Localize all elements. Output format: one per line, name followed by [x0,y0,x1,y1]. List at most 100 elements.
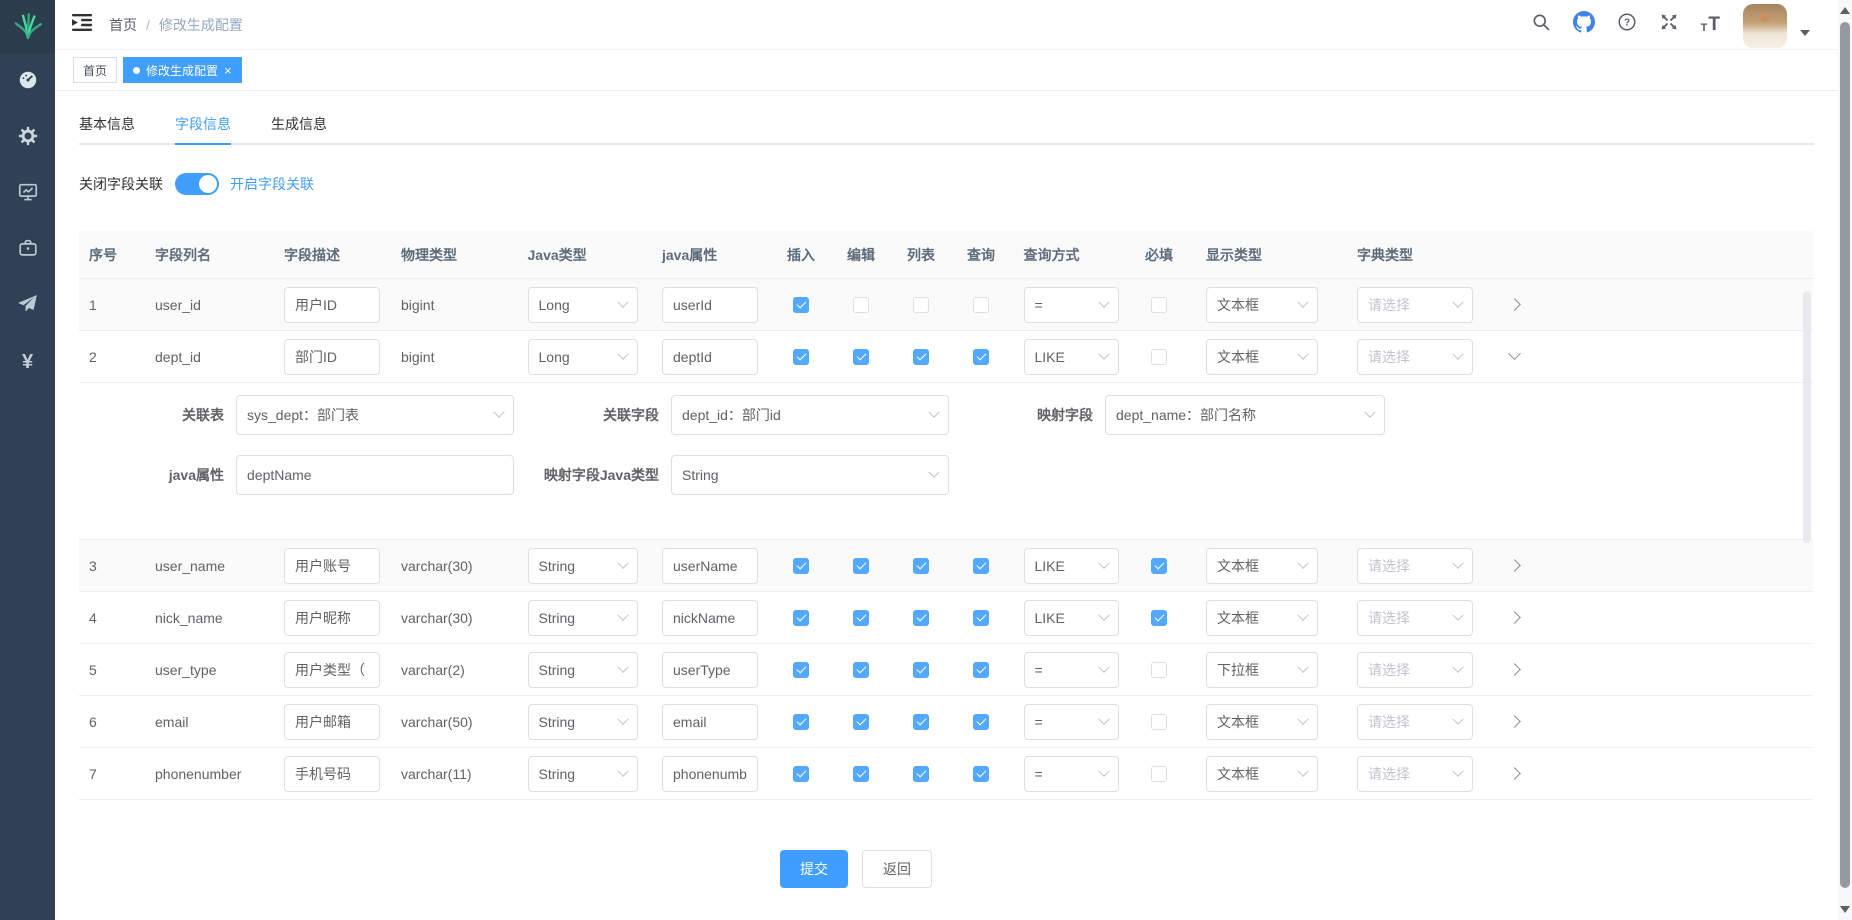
collapse-row-icon[interactable] [1508,347,1521,360]
relation-table-select[interactable]: sys_dept：部门表 [236,395,514,435]
description-input[interactable] [284,756,380,792]
expand-row-icon[interactable] [1508,715,1521,728]
scrollbar-thumb[interactable] [1840,22,1850,888]
sidebar-item-guide[interactable] [0,278,55,334]
java-type-select[interactable]: String [528,756,638,792]
description-input[interactable] [284,704,380,740]
scrollbar-up-arrow-icon[interactable] [1840,7,1850,14]
expand-row-icon[interactable] [1508,611,1521,624]
list-checkbox[interactable] [913,349,929,365]
query-checkbox[interactable] [973,558,989,574]
java-property-input[interactable] [662,704,758,740]
description-input[interactable] [284,548,380,584]
insert-checkbox[interactable] [793,610,809,626]
java-type-select[interactable]: String [528,704,638,740]
java-property-input[interactable] [662,756,758,792]
description-input[interactable] [284,287,380,323]
query-type-select[interactable]: = [1024,652,1119,688]
required-checkbox[interactable] [1151,714,1167,730]
insert-checkbox[interactable] [793,766,809,782]
expand-row-icon[interactable] [1508,559,1521,572]
sidebar-item-dashboard[interactable] [0,54,55,110]
display-type-select[interactable]: 下拉框 [1206,652,1318,688]
java-type-select[interactable]: Long [528,339,638,375]
dict-type-select[interactable]: 请选择 [1357,548,1473,584]
expand-row-icon[interactable] [1508,663,1521,676]
tab-2[interactable]: 生成信息 [271,105,327,143]
description-input[interactable] [284,339,380,375]
required-checkbox[interactable] [1151,662,1167,678]
dict-type-select[interactable]: 请选择 [1357,652,1473,688]
description-input[interactable] [284,600,380,636]
expand-row-icon[interactable] [1508,298,1521,311]
display-type-select[interactable]: 文本框 [1206,339,1318,375]
back-button[interactable]: 返回 [862,850,932,888]
required-checkbox[interactable] [1151,349,1167,365]
query-type-select[interactable]: = [1024,704,1119,740]
map-java-type-select[interactable]: String [671,455,949,495]
insert-checkbox[interactable] [793,662,809,678]
insert-checkbox[interactable] [793,558,809,574]
java-property-input[interactable] [662,287,758,323]
tab-0[interactable]: 基本信息 [79,105,135,143]
breadcrumb-home[interactable]: 首页 [109,15,137,35]
description-input[interactable] [284,652,380,688]
list-checkbox[interactable] [913,662,929,678]
table-scrollbar[interactable] [1803,291,1811,543]
dict-type-select[interactable]: 请选择 [1357,756,1473,792]
tag-active[interactable]: 修改生成配置× [123,57,242,83]
java-property-input[interactable] [662,339,758,375]
list-checkbox[interactable] [913,297,929,313]
list-checkbox[interactable] [913,714,929,730]
query-checkbox[interactable] [973,297,989,313]
java-property-input[interactable] [662,548,758,584]
github-button[interactable] [1562,11,1606,38]
insert-checkbox[interactable] [793,349,809,365]
tag-close-icon[interactable]: × [224,64,232,77]
display-type-select[interactable]: 文本框 [1206,704,1318,740]
scrollbar-down-arrow-icon[interactable] [1840,906,1850,913]
sidebar-item-pay[interactable]: ¥ [0,334,55,390]
dict-type-select[interactable]: 请选择 [1357,600,1473,636]
query-checkbox[interactable] [973,349,989,365]
question-button[interactable]: ? [1606,12,1648,37]
list-checkbox[interactable] [913,766,929,782]
sidebar-toggle-button[interactable] [72,14,92,36]
display-type-select[interactable]: 文本框 [1206,600,1318,636]
edit-checkbox[interactable] [853,610,869,626]
edit-checkbox[interactable] [853,349,869,365]
query-checkbox[interactable] [973,714,989,730]
search-button[interactable] [1520,12,1562,37]
required-checkbox[interactable] [1151,766,1167,782]
query-type-select[interactable]: LIKE [1024,600,1119,636]
edit-checkbox[interactable] [853,714,869,730]
avatar-dropdown-caret-icon[interactable] [1800,30,1810,36]
app-logo[interactable] [0,0,55,54]
user-avatar[interactable] [1743,4,1787,48]
query-checkbox[interactable] [973,610,989,626]
java-type-select[interactable]: String [528,548,638,584]
map-field-select[interactable]: dept_name：部门名称 [1105,395,1385,435]
display-type-select[interactable]: 文本框 [1206,548,1318,584]
dict-type-select[interactable]: 请选择 [1357,339,1473,375]
sidebar-item-tool[interactable] [0,222,55,278]
query-type-select[interactable]: LIKE [1024,548,1119,584]
java-property-input[interactable] [662,600,758,636]
field-relation-toggle[interactable] [175,173,219,195]
dict-type-select[interactable]: 请选择 [1357,287,1473,323]
required-checkbox[interactable] [1151,610,1167,626]
dict-type-select[interactable]: 请选择 [1357,704,1473,740]
list-checkbox[interactable] [913,610,929,626]
java-type-select[interactable]: String [528,652,638,688]
required-checkbox[interactable] [1151,558,1167,574]
sidebar-item-monitor[interactable] [0,166,55,222]
display-type-select[interactable]: 文本框 [1206,287,1318,323]
relation-field-select[interactable]: dept_id：部门id [671,395,949,435]
window-scrollbar[interactable] [1838,0,1852,920]
edit-checkbox[interactable] [853,662,869,678]
query-checkbox[interactable] [973,766,989,782]
display-type-select[interactable]: 文本框 [1206,756,1318,792]
query-checkbox[interactable] [973,662,989,678]
java-type-select[interactable]: String [528,600,638,636]
query-type-select[interactable]: = [1024,287,1119,323]
